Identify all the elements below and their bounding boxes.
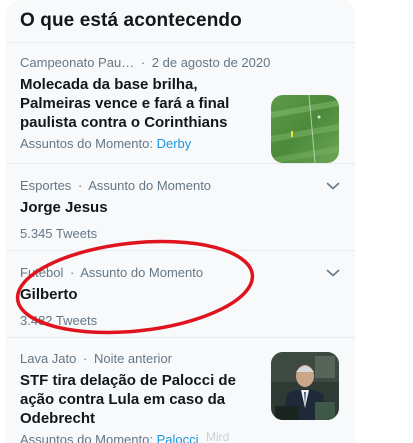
topic-link-derby[interactable]: Derby: [157, 136, 192, 151]
panel-title: O que está acontecendo: [20, 10, 242, 31]
panel-header: O que está acontecendo: [6, 0, 355, 43]
trend-meta: Campeonato Pau… · 2 de agosto de 2020: [20, 55, 341, 71]
trend-category: Lava Jato: [20, 351, 77, 366]
trend-context: Assunto do Momento: [80, 265, 204, 280]
topics-label: Assuntos do Momento:: [20, 432, 153, 443]
trend-headline: Gilberto: [20, 286, 78, 303]
meta-separator: ·: [70, 265, 75, 280]
chevron-down-icon[interactable]: [325, 178, 341, 194]
trend-context: Noite anterior: [93, 351, 173, 366]
trends-panel: O que está acontecendo Campeonato Pau… ·…: [6, 0, 355, 443]
trend-headline: STF tira delação de Palocci de ação cont…: [20, 372, 236, 427]
topics-label: Assuntos do Momento:: [20, 136, 153, 151]
soccer-field-thumbnail[interactable]: [271, 95, 339, 163]
meta-separator: ·: [140, 55, 146, 70]
trend-tweet-count: 5.345 Tweets: [20, 226, 98, 241]
trend-item-palocci[interactable]: Lava Jato · Noite anterior STF tira dela…: [6, 338, 355, 443]
trend-item-news[interactable]: Campeonato Pau… · 2 de agosto de 2020 Mo…: [6, 43, 355, 164]
trend-topics: Assuntos do Momento: Palocci: [20, 432, 341, 443]
trend-item-gilberto[interactable]: Futebol · Assunto do Momento Gilberto 3.…: [6, 251, 355, 338]
trend-item-jorge-jesus[interactable]: Esportes · Assunto do Momento Jorge Jesu…: [6, 164, 355, 251]
trend-category: Esportes: [20, 178, 72, 193]
trend-meta: Futebol · Assunto do Momento: [20, 265, 341, 281]
trend-context: Assunto do Momento: [88, 178, 212, 193]
meta-separator: ·: [83, 351, 88, 366]
trend-tweet-count: 3.482 Tweets: [20, 313, 98, 328]
news-anchor-thumbnail[interactable]: [271, 352, 339, 420]
topic-link-palocci[interactable]: Palocci: [157, 432, 199, 443]
trend-headline: Jorge Jesus: [20, 199, 108, 216]
trend-date: 2 de agosto de 2020: [151, 55, 271, 70]
watermark-text: Mird: [206, 430, 230, 443]
meta-separator: ·: [77, 178, 83, 193]
trend-category: Campeonato Pau…: [20, 55, 135, 70]
chevron-down-icon[interactable]: [325, 265, 341, 281]
trend-headline: Molecada da base brilha, Palmeiras vence…: [20, 76, 230, 131]
trend-meta: Esportes · Assunto do Momento: [20, 178, 341, 194]
trend-category: Futebol: [20, 265, 64, 280]
